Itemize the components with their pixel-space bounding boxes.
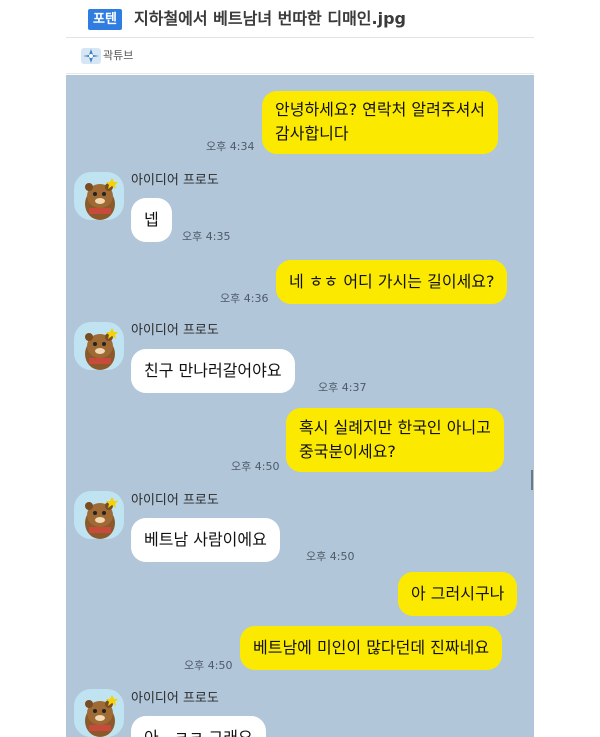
message-line: 안녕하세요? 연락처 알려주셔서 [275, 100, 486, 119]
sender-name: 아이디어 프로도 [131, 691, 219, 706]
message-line: 아.. ㅋㅋ 그래요 [144, 726, 253, 737]
sender-name: 아이디어 프로도 [131, 323, 219, 338]
message-line: 중국분이세요? [299, 442, 396, 461]
my-message-bubble: 베트남에 미인이 많다던데 진짜네요 [240, 626, 503, 670]
their-message-bubble: 아.. ㅋㅋ 그래요 [131, 716, 266, 737]
chat-screenshot: 안녕하세요? 연락처 알려주셔서 감사합니다 오후 4:34 아이디어 프로도 … [66, 75, 534, 737]
message-time: 오후 4:50 [184, 659, 233, 672]
message-line: 아 그러시구나 [411, 584, 505, 603]
my-message-bubble: 혹시 실례지만 한국인 아니고 중국분이세요? [286, 408, 504, 472]
my-message-bubble: 아 그러시구나 [398, 572, 518, 616]
message-line: 감사합니다 [275, 124, 349, 143]
their-message-bubble: 친구 만나러갈어야요 [131, 349, 295, 393]
author-name[interactable]: 곽튜브 [103, 48, 133, 64]
category-badge[interactable]: 포텐 [88, 9, 122, 30]
message-time: 오후 4:37 [318, 381, 367, 394]
message-time: 오후 4:34 [206, 140, 255, 153]
sender-name: 아이디어 프로도 [131, 493, 219, 508]
my-message-bubble: 안녕하세요? 연락처 알려주셔서 감사합니다 [262, 91, 499, 154]
my-message-bubble: 네 ㅎㅎ 어디 가시는 길이세요? [276, 260, 508, 304]
message-line: 혹시 실례지만 한국인 아니고 [299, 418, 491, 437]
post-frame: 포텐 지하철에서 베트남녀 번따한 디매인.jpg 곽튜브 안녕하세요? 연락처… [66, 0, 534, 737]
sender-name: 아이디어 프로도 [131, 173, 219, 188]
post-title[interactable]: 지하철에서 베트남녀 번따한 디매인.jpg [134, 8, 406, 30]
author-bar: 곽튜브 [66, 38, 534, 74]
message-line: 베트남 사람이에요 [144, 530, 267, 549]
message-line: 넵 [144, 210, 159, 229]
message-line: 베트남에 미인이 많다던데 진짜네요 [253, 638, 490, 657]
frodo-avatar-icon [74, 172, 124, 220]
frodo-avatar-icon [74, 322, 124, 370]
their-message-bubble: 넵 [131, 198, 172, 242]
post-title-bar: 포텐 지하철에서 베트남녀 번따한 디매인.jpg [66, 0, 534, 38]
message-time: 오후 4:50 [306, 550, 355, 563]
frodo-avatar-icon [74, 689, 124, 737]
message-line: 네 ㅎㅎ 어디 가시는 길이세요? [289, 272, 495, 291]
author-logo-icon [80, 46, 102, 66]
their-message-bubble: 베트남 사람이에요 [131, 518, 280, 562]
message-line: 친구 만나러갈어야요 [144, 361, 282, 380]
message-time: 오후 4:50 [231, 460, 280, 473]
frodo-avatar-icon [74, 491, 124, 539]
scrollbar-thumb[interactable] [531, 470, 533, 490]
message-time: 오후 4:35 [182, 230, 231, 243]
message-time: 오후 4:36 [220, 292, 269, 305]
